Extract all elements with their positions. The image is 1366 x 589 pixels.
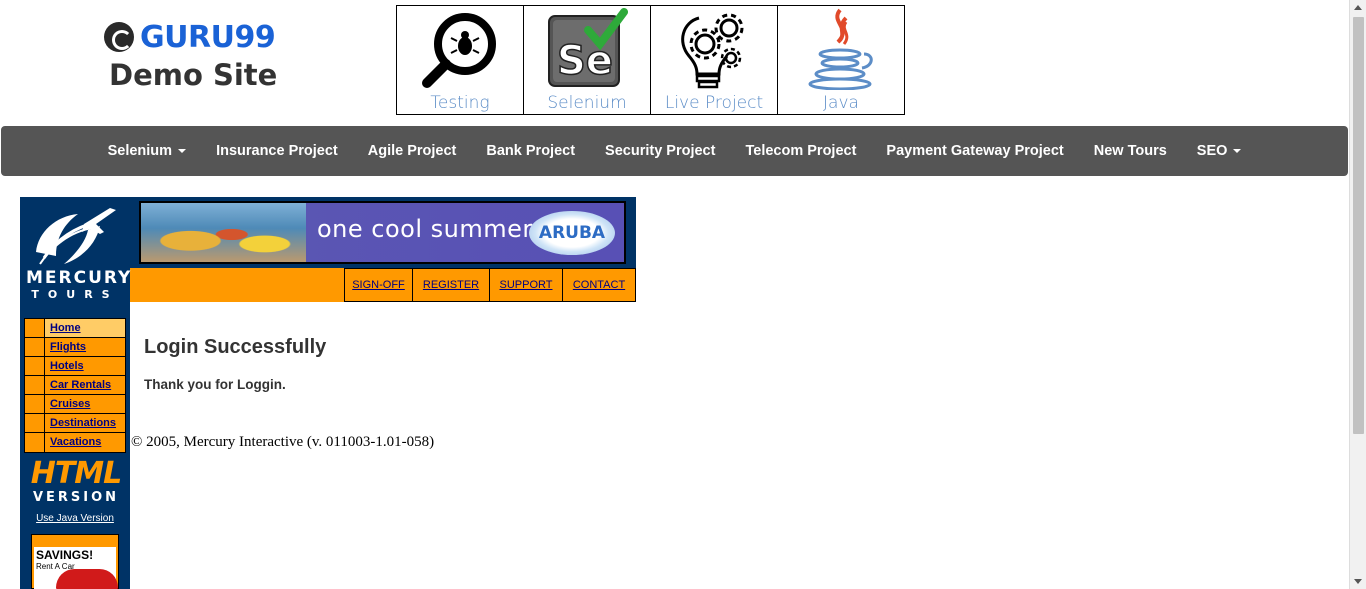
- main-navbar: Selenium Insurance Project Agile Project…: [1, 126, 1348, 176]
- scrollbar-thumb[interactable]: [1353, 17, 1364, 434]
- version-word: VERSION: [32, 490, 120, 505]
- side-menu-item: Flights: [25, 338, 125, 357]
- login-message: Thank you for Loggin.: [144, 377, 286, 392]
- aruba-logo-text: ARUBA: [538, 223, 606, 243]
- cruises-link[interactable]: Cruises: [45, 395, 125, 413]
- aruba-banner[interactable]: one cool summer ARUBA: [139, 201, 626, 264]
- nav-label: SEO: [1196, 143, 1228, 159]
- nav-seo-dropdown[interactable]: SEO: [1182, 143, 1257, 159]
- java-cup-icon: [808, 8, 873, 90]
- side-menu-item: Cruises: [25, 395, 125, 414]
- flights-link[interactable]: Flights: [45, 338, 125, 356]
- side-menu-bullet: [25, 414, 45, 432]
- tile-testing[interactable]: Testing: [396, 5, 524, 115]
- ad-title: SAVINGS!: [36, 548, 94, 562]
- register-link[interactable]: REGISTER: [412, 268, 489, 302]
- lightbulb-gears-icon: [681, 13, 744, 89]
- side-menu-item: Vacations: [25, 433, 125, 452]
- page-title: Login Successfully: [144, 336, 327, 358]
- banner-text: one cool summer: [317, 215, 533, 243]
- tile-label: Testing: [430, 93, 490, 113]
- banner-photo: [141, 203, 306, 262]
- tile-live-project[interactable]: Live Project: [650, 5, 778, 115]
- hotels-link[interactable]: Hotels: [45, 357, 125, 375]
- side-menu-item: Car Rentals: [25, 376, 125, 395]
- guru99-logo-icon: [104, 22, 134, 52]
- top-links: SIGN-OFF REGISTER SUPPORT CONTACT: [344, 268, 636, 302]
- selenium-icon: Se: [548, 8, 628, 87]
- caret-down-icon: [1233, 149, 1242, 154]
- aruba-logo: ARUBA: [529, 211, 615, 255]
- savings-ad[interactable]: SAVINGS! Rent A Car: [31, 534, 119, 589]
- side-menu-item: Destinations: [25, 414, 125, 433]
- copyright-text: © 2005, Mercury Interactive (v. 011003-1…: [131, 434, 435, 450]
- car-rentals-link[interactable]: Car Rentals: [45, 376, 125, 394]
- html-word: HTML: [30, 456, 123, 491]
- side-menu-bullet: [25, 395, 45, 413]
- side-menu-bullet: [25, 376, 45, 394]
- support-link[interactable]: SUPPORT: [489, 268, 562, 302]
- sign-off-link[interactable]: SIGN-OFF: [344, 268, 412, 302]
- scroll-down-arrow-icon[interactable]: [1354, 579, 1362, 584]
- scroll-up-arrow-icon[interactable]: [1354, 5, 1362, 10]
- nav-new-tours[interactable]: New Tours: [1079, 143, 1182, 159]
- logo-subtitle: Demo Site: [109, 58, 278, 92]
- side-menu-bullet: [25, 319, 45, 337]
- tile-label: Java: [823, 93, 859, 113]
- tile-label: Live Project: [664, 93, 764, 113]
- side-menu-item: Hotels: [25, 357, 125, 376]
- side-menu-item: Home: [25, 319, 125, 338]
- logo-brand: GURU99: [140, 19, 276, 55]
- course-tiles: Testing Se Selenium Live Project Java: [396, 5, 905, 115]
- tile-selenium[interactable]: Se Selenium: [523, 5, 651, 115]
- vacations-link[interactable]: Vacations: [45, 433, 125, 452]
- nav-security-project[interactable]: Security Project: [590, 143, 730, 159]
- caret-down-icon: [178, 149, 187, 154]
- nav-bank-project[interactable]: Bank Project: [471, 143, 590, 159]
- side-menu-bullet: [25, 433, 45, 452]
- mercury-logo-word: MERCURY: [26, 268, 133, 288]
- side-menu: Home Flights Hotels Car Rentals Cruises …: [24, 318, 126, 453]
- nav-insurance-project[interactable]: Insurance Project: [201, 143, 353, 159]
- side-menu-bullet: [25, 357, 45, 375]
- nav-payment-gateway-project[interactable]: Payment Gateway Project: [871, 143, 1078, 159]
- nav-agile-project[interactable]: Agile Project: [353, 143, 472, 159]
- nav-telecom-project[interactable]: Telecom Project: [730, 143, 871, 159]
- svg-text:Se: Se: [557, 38, 613, 84]
- use-java-version-link[interactable]: Use Java Version: [20, 513, 130, 524]
- side-menu-bullet: [25, 338, 45, 356]
- mercury-logo-sub: TOURS: [31, 288, 119, 301]
- destinations-link[interactable]: Destinations: [45, 414, 125, 432]
- magnifier-bug-icon: [422, 13, 496, 88]
- contact-link[interactable]: CONTACT: [562, 268, 636, 302]
- tile-java[interactable]: Java: [777, 5, 905, 115]
- nav-label: Selenium: [107, 143, 173, 159]
- vertical-scrollbar[interactable]: [1349, 0, 1366, 589]
- car-image: [56, 569, 118, 589]
- ad-panel: SAVINGS! Rent A Car: [34, 547, 118, 589]
- nav-selenium-dropdown[interactable]: Selenium: [93, 143, 201, 159]
- html-version-badge: HTML VERSION: [30, 456, 123, 506]
- home-link[interactable]: Home: [45, 319, 125, 337]
- guru99-logo[interactable]: GURU99 Demo Site: [104, 18, 279, 92]
- tile-label: Selenium: [547, 93, 627, 113]
